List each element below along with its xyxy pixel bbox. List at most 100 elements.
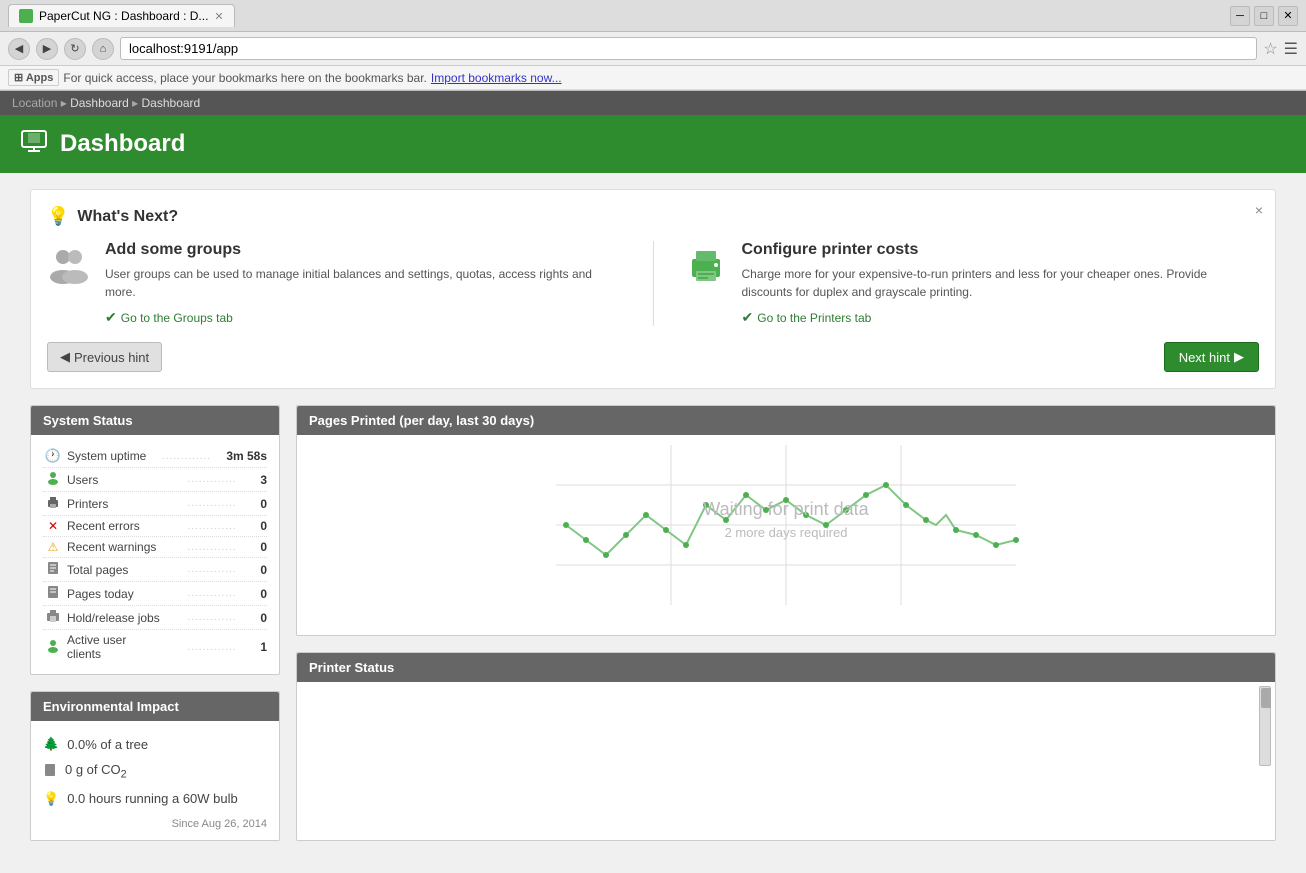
status-row-hold-jobs: Hold/release jobs ............. 0 <box>43 606 267 630</box>
printer-status-header: Printer Status <box>297 653 1275 682</box>
go-to-groups-link[interactable]: ✔ Go to the Groups tab <box>105 309 623 326</box>
status-label-users: Users <box>63 473 164 487</box>
breadcrumb: Location ▸ Dashboard ▸ Dashboard <box>0 91 1306 115</box>
dots-total-pages: ............. <box>164 564 261 575</box>
status-value-active-clients: 1 <box>260 640 267 654</box>
main-content: 💡 What's Next? × <box>0 173 1306 873</box>
dots-printers: ............. <box>164 498 261 509</box>
browser-tab[interactable]: PaperCut NG : Dashboard : D... ✕ <box>8 4 235 27</box>
home-button[interactable]: ⌂ <box>92 38 114 60</box>
minimize-button[interactable]: ─ <box>1230 6 1250 26</box>
status-label-uptime: System uptime <box>63 449 147 463</box>
env-tree-text: 0.0% of a tree <box>67 737 148 752</box>
pages-chart-panel: Pages Printed (per day, last 30 days) <box>296 405 1276 636</box>
hints-divider <box>653 241 654 326</box>
hint-item-groups: Add some groups User groups can be used … <box>47 241 623 326</box>
bookmark-star-button[interactable]: ☆ <box>1263 39 1277 59</box>
breadcrumb-separator: ▸ <box>61 96 70 110</box>
system-status-body: 🕐 System uptime ............. 3m 58s Use… <box>31 435 279 674</box>
chart-area: Waiting for print data 2 more days requi… <box>297 435 1275 635</box>
dashboard-icon <box>20 127 48 161</box>
status-value-users: 3 <box>260 473 267 487</box>
chart-waiting-subtext: 2 more days required <box>725 525 848 540</box>
environmental-body: 🌲 0.0% of a tree 0 g of CO2 💡 0.0 hours … <box>31 721 279 840</box>
whats-next-panel: 💡 What's Next? × <box>30 189 1276 389</box>
status-label-printers: Printers <box>63 497 164 511</box>
hint-navigation: ◀ Previous hint Next hint ▶ <box>47 342 1259 372</box>
printer-icon <box>684 243 728 294</box>
status-value-errors: 0 <box>260 519 267 533</box>
status-table: 🕐 System uptime ............. 3m 58s Use… <box>43 445 267 664</box>
chart-waiting-text: Waiting for print data <box>703 499 869 519</box>
status-label-errors: Recent errors <box>63 519 164 533</box>
hint-groups-heading: Add some groups <box>105 241 623 259</box>
two-column-layout: System Status 🕐 System uptime ..........… <box>30 405 1276 841</box>
next-hint-button[interactable]: Next hint ▶ <box>1164 342 1259 372</box>
hints-container: Add some groups User groups can be used … <box>47 241 1259 326</box>
close-button[interactable]: ✕ <box>1278 6 1298 26</box>
tab-close-button[interactable]: ✕ <box>214 10 223 23</box>
status-value-pages-today: 0 <box>260 587 267 601</box>
scrollbar[interactable] <box>1259 686 1271 766</box>
status-label-total-pages: Total pages <box>63 563 164 577</box>
status-value-printers: 0 <box>260 497 267 511</box>
status-row-pages-today: Pages today ............. 0 <box>43 582 267 606</box>
hint-groups-description: User groups can be used to manage initia… <box>105 265 623 301</box>
status-label-pages-today: Pages today <box>63 587 164 601</box>
system-status-panel: System Status 🕐 System uptime ..........… <box>30 405 280 675</box>
environmental-header: Environmental Impact <box>31 692 279 721</box>
pages-chart-header: Pages Printed (per day, last 30 days) <box>297 406 1275 435</box>
dots-active-clients: ............. <box>164 642 261 653</box>
dots-hold-jobs: ............. <box>164 612 261 623</box>
apps-button[interactable]: ⊞ Apps <box>8 69 59 86</box>
bulb-icon: 💡 <box>43 791 59 807</box>
status-value-uptime: 3m 58s <box>226 449 267 463</box>
pages-icon <box>43 561 63 578</box>
dots-warnings: ............. <box>164 542 261 553</box>
whats-next-header: 💡 What's Next? <box>47 206 1259 227</box>
left-column: System Status 🕐 System uptime ..........… <box>30 405 280 841</box>
error-icon: ✕ <box>43 519 63 533</box>
previous-hint-button[interactable]: ◀ Previous hint <box>47 342 162 372</box>
status-row-total-pages: Total pages ............. 0 <box>43 558 267 582</box>
breadcrumb-separator-2: ▸ <box>132 96 141 110</box>
hint-printers-heading: Configure printer costs <box>742 241 1260 259</box>
hint-printers-description: Charge more for your expensive-to-run pr… <box>742 265 1260 301</box>
browser-toolbar: ◀ ▶ ↻ ⌂ ☆ ☰ <box>0 32 1306 66</box>
warning-icon: ⚠ <box>43 540 63 554</box>
dots-users: ............. <box>164 474 261 485</box>
prev-arrow-icon: ◀ <box>60 349 70 365</box>
environmental-panel: Environmental Impact 🌲 0.0% of a tree 0 … <box>30 691 280 841</box>
printer-status-icon <box>43 495 63 512</box>
status-value-hold-jobs: 0 <box>260 611 267 625</box>
pages-today-icon <box>43 585 63 602</box>
browser-menu-button[interactable]: ☰ <box>1284 39 1298 59</box>
dots-errors: ............. <box>164 521 261 532</box>
breadcrumb-item-1[interactable]: Dashboard <box>70 96 129 110</box>
maximize-button[interactable]: □ <box>1254 6 1274 26</box>
reload-button[interactable]: ↻ <box>64 38 86 60</box>
env-since-text: Since Aug 26, 2014 <box>43 812 267 830</box>
status-row-uptime: 🕐 System uptime ............. 3m 58s <box>43 445 267 468</box>
env-item-hours: 💡 0.0 hours running a 60W bulb <box>43 786 267 812</box>
env-item-tree: 🌲 0.0% of a tree <box>43 731 267 757</box>
tab-favicon <box>19 9 33 23</box>
import-bookmarks-link[interactable]: Import bookmarks now... <box>431 71 562 85</box>
close-whats-next-button[interactable]: × <box>1255 202 1263 218</box>
status-label-warnings: Recent warnings <box>63 540 164 554</box>
page-title: Dashboard <box>60 130 185 158</box>
dots-uptime: ............. <box>147 451 227 462</box>
hold-jobs-icon <box>43 609 63 626</box>
back-button[interactable]: ◀ <box>8 38 30 60</box>
forward-button[interactable]: ▶ <box>36 38 58 60</box>
scroll-thumb[interactable] <box>1261 688 1271 708</box>
next-arrow-icon: ▶ <box>1234 349 1244 365</box>
groups-icon <box>47 243 91 294</box>
go-to-printers-link[interactable]: ✔ Go to the Printers tab <box>742 309 1260 326</box>
printer-status-panel: Printer Status <box>296 652 1276 841</box>
hint-printers-content: Configure printer costs Charge more for … <box>742 241 1260 326</box>
address-bar[interactable] <box>120 37 1257 60</box>
hint-item-printers: Configure printer costs Charge more for … <box>684 241 1260 326</box>
status-label-hold-jobs: Hold/release jobs <box>63 611 164 625</box>
status-row-active-clients: Active user clients ............. 1 <box>43 630 267 664</box>
